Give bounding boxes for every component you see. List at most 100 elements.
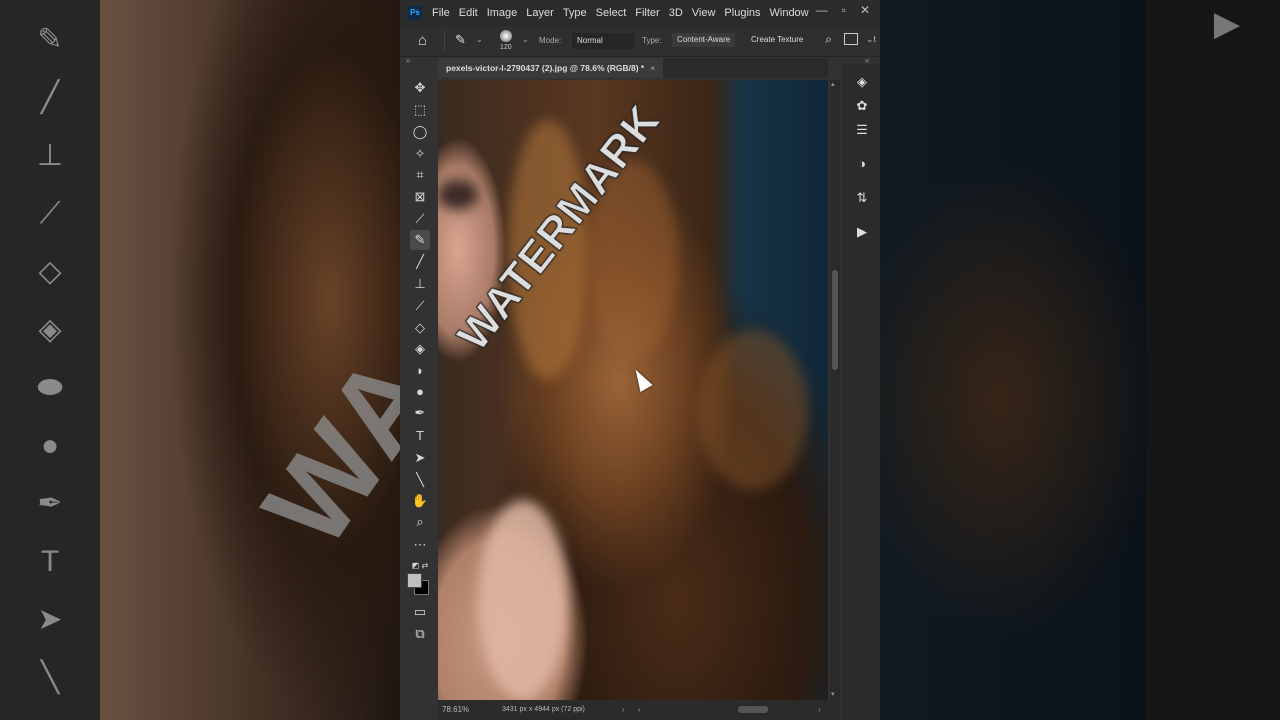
background-right-panel [1146,0,1280,720]
bg-heal-icon: ✎ [37,23,63,56]
collapse-left-icon[interactable]: » [406,56,410,65]
hand [478,500,568,700]
mouse-cursor-icon [629,365,653,393]
screen-mode-icon[interactable]: ⧉ [410,624,430,644]
menu-plugins[interactable]: Plugins [724,7,760,19]
eraser-tool-icon[interactable]: ◇ [410,318,430,338]
search-icon[interactable]: ⌕ [825,32,832,47]
more-tools-icon[interactable]: ⋯ [410,535,430,555]
bg-blur-icon: ⬬ [37,371,63,404]
scroll-down-icon[interactable]: ▾ [831,690,835,698]
menu-window[interactable]: Window [770,7,809,19]
home-icon[interactable]: ⌂ [418,32,427,49]
bg-history-brush-icon: ⟋ [39,197,61,230]
mode-select[interactable]: Normal [572,33,634,49]
document-size: 3431 px x 4944 px (72 ppi) [502,706,585,713]
zoom-tool-icon[interactable]: ⌕ [410,512,430,532]
pen-tool-icon[interactable]: ✒ [410,403,430,423]
properties-icon[interactable]: ⇅ [852,188,872,208]
bg-stamp-icon: ⊥ [36,139,64,172]
menu-view[interactable]: View [692,7,716,19]
type-tool-icon[interactable]: T [410,426,430,446]
actions-play-icon[interactable]: ▶ [852,222,872,242]
menu-3d[interactable]: 3D [669,7,683,19]
horizontal-scroll-thumb[interactable] [738,706,768,713]
menu-list: File Edit Image Layer Type Select Filter… [432,7,818,19]
scroll-left-icon[interactable]: ‹ [638,705,641,714]
spot-healing-brush-icon[interactable]: ✎ [455,32,466,48]
image-canvas[interactable]: WATERMARK [438,80,828,700]
scroll-right-icon[interactable]: › [818,705,821,714]
document-tab-bar: pexels-victor-l-2790437 (2).jpg @ 78.6% … [438,58,828,78]
menu-type[interactable]: Type [563,7,587,19]
document-tab[interactable]: pexels-victor-l-2790437 (2).jpg @ 78.6% … [438,58,664,78]
hand-tool-icon[interactable]: ✋ [410,491,430,511]
maximize-icon[interactable]: ▫ [842,3,846,17]
document-tab-title: pexels-victor-l-2790437 (2).jpg @ 78.6% … [446,63,645,73]
zoom-level[interactable]: 78.61% [442,705,469,714]
bg-type-icon: T [40,545,60,578]
mode-label: Mode: [539,36,562,45]
minimize-icon[interactable]: — [816,3,828,17]
brush-preview-icon[interactable] [500,30,512,42]
divider [444,31,445,51]
menu-file[interactable]: File [432,7,450,19]
move-tool-icon[interactable]: ✥ [410,78,430,98]
chevron-down-icon[interactable]: ⌄ [522,35,529,44]
background-right-blur: ▶ [880,0,1280,720]
status-bar: 78.61% 3431 px x 4944 px (72 ppi) › ‹ › [438,700,840,720]
menu-bar: Ps File Edit Image Layer Type Select Fil… [400,0,880,26]
vertical-scrollbar[interactable]: ▴ ▾ [830,80,840,700]
tools-panel: ✥ ⬚ ◯ ✧ ⌗ ⊠ ⟋ ✎ ╱ ⊥ ⟋ ◇ ◈ ◗ ● ✒ T ➤ ╲ ✋ … [400,64,438,720]
create-texture-button[interactable]: Create Texture [746,33,809,47]
frame-tool-icon[interactable]: ⊠ [410,187,430,207]
bg-dodge-icon: ● [40,429,60,462]
paint-bucket-tool-icon[interactable]: ◈ [410,339,430,359]
scroll-up-icon[interactable]: ▴ [831,80,835,88]
spot-healing-tool-icon[interactable]: ✎ [410,230,430,250]
path-select-tool-icon[interactable]: ➤ [410,448,430,468]
magic-wand-tool-icon[interactable]: ✧ [410,144,430,164]
adjustments-icon[interactable]: ☰ [852,120,872,140]
quick-mask-icon[interactable]: ▭ [410,602,430,622]
eyedropper-tool-icon[interactable]: ⟋ [410,209,430,229]
menu-image[interactable]: Image [487,7,518,19]
more-options-icon[interactable]: ⌄t [866,34,876,45]
marquee-tool-icon[interactable]: ⬚ [410,100,430,120]
window-controls: — ▫ ✕ [816,3,870,17]
collapse-right-icon[interactable]: « [865,56,869,65]
workspace-icon[interactable] [844,33,858,45]
brush-size: 120 [500,44,512,51]
close-icon[interactable]: ✕ [860,3,870,17]
menu-select[interactable]: Select [596,7,627,19]
hair-highlight [698,330,808,490]
menu-filter[interactable]: Filter [635,7,659,19]
stamp-tool-icon[interactable]: ⊥ [410,274,430,294]
type-label: Type: [642,36,662,45]
vertical-scroll-thumb[interactable] [832,270,838,370]
dodge-tool-icon[interactable]: ● [410,382,430,402]
play-icon: ▶ [1213,5,1240,43]
bg-brush-icon: ╱ [40,81,60,114]
lasso-tool-icon[interactable]: ◯ [410,122,430,142]
layers-icon[interactable]: ◈ [852,72,872,92]
brush-tool-icon[interactable]: ╱ [410,252,430,272]
history-brush-tool-icon[interactable]: ⟋ [410,296,430,316]
crop-tool-icon[interactable]: ⌗ [410,165,430,185]
menu-layer[interactable]: Layer [526,7,554,19]
line-tool-icon[interactable]: ╲ [410,470,430,490]
close-tab-icon[interactable]: × [650,63,655,73]
bg-line-icon: ╲ [40,661,60,694]
content-aware-button[interactable]: Content-Aware [672,33,736,47]
background-toolbar: ✎ ╱ ⊥ ⟋ ◇ ◈ ⬬ ● ✒ T ➤ ╲ [0,0,98,720]
menu-edit[interactable]: Edit [459,7,478,19]
color-icon[interactable]: ◑ [852,154,872,174]
blur-tool-icon[interactable]: ◗ [410,361,430,381]
right-panel-dock: ◈ ✿ ☰ ◑ ⇅ ▶ [842,64,880,720]
bg-pen-icon: ✒ [37,487,63,520]
foreground-color-swatch[interactable] [407,573,422,588]
chevron-down-icon[interactable]: ⌄ [476,35,483,44]
status-menu-icon[interactable]: › [622,705,625,714]
options-bar: ⌂ ✎ ⌄ 120 ⌄ Mode: Normal Type: Content-A… [400,26,880,57]
channels-icon[interactable]: ✿ [852,96,872,116]
